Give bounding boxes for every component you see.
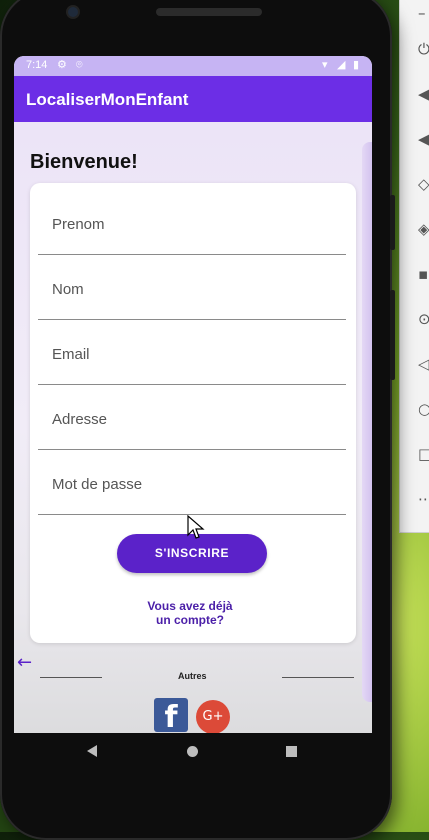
nav-home-icon[interactable]	[187, 746, 198, 757]
wifi-icon: ▾	[322, 58, 328, 71]
camera-icon[interactable]: ▪	[418, 265, 429, 283]
divider-line-right	[282, 677, 354, 678]
password-field[interactable]: Mot de passe	[38, 454, 346, 515]
nom-placeholder: Nom	[52, 281, 84, 298]
login-link[interactable]: Vous avez déjà un compte?	[110, 599, 270, 627]
minimize-icon[interactable]: –	[418, 4, 429, 22]
power-button[interactable]	[390, 195, 395, 250]
settings-icon: ⚙	[57, 58, 67, 71]
nav-recents-icon[interactable]	[286, 746, 297, 757]
divider-line-left	[40, 677, 102, 678]
prenom-field[interactable]: Prenom	[38, 194, 346, 255]
welcome-heading: Bienvenue!	[30, 151, 138, 173]
app-title: LocaliserMonEnfant	[26, 90, 189, 109]
mouse-cursor-icon	[187, 515, 205, 539]
rotate-right-icon[interactable]: ◈	[418, 220, 429, 238]
prenom-placeholder: Prenom	[52, 216, 105, 233]
battery-icon: ▮	[353, 58, 360, 71]
overview-icon[interactable]: □	[418, 445, 429, 463]
email-placeholder: Email	[52, 346, 90, 363]
front-camera	[68, 7, 78, 17]
signal-icon: ◢	[337, 58, 346, 71]
nav-back-icon[interactable]	[87, 745, 97, 757]
login-link-line2: un compte?	[156, 613, 224, 627]
facebook-icon[interactable]: f	[154, 698, 188, 733]
nom-field[interactable]: Nom	[38, 259, 346, 320]
adresse-field[interactable]: Adresse	[38, 389, 346, 450]
google-plus-icon[interactable]: G+	[196, 700, 230, 733]
location-icon: ⌾	[76, 58, 83, 71]
autres-divider: Autres	[14, 668, 372, 688]
adresse-placeholder: Adresse	[52, 411, 108, 428]
main-content: Bienvenue! Prenom Nom Email Adresse Mot …	[14, 122, 372, 733]
app-bar: LocaliserMonEnfant	[14, 76, 372, 122]
zoom-icon[interactable]: ⊙	[418, 310, 429, 328]
power-icon[interactable]: ⏻	[418, 40, 429, 58]
rotate-left-icon[interactable]: ◇	[418, 175, 429, 193]
volume-down-icon[interactable]: ◀	[418, 130, 429, 148]
signup-card: Prenom Nom Email Adresse Mot de passe S'…	[30, 183, 356, 643]
password-placeholder: Mot de passe	[52, 476, 143, 493]
back-icon[interactable]: ◁	[418, 355, 429, 373]
volume-up-icon[interactable]: ◀	[418, 85, 429, 103]
email-field[interactable]: Email	[38, 324, 346, 385]
emulator-toolbar: – ⏻ ◀ ◀ ◇ ◈ ▪ ⊙ ◁ ○ □ ⋯	[399, 0, 429, 533]
login-link-line1: Vous avez déjà	[147, 599, 233, 613]
status-time: 7:14	[26, 59, 48, 71]
status-bar: 7:14 ⚙ ⌾ ▾ ◢ ▮	[14, 56, 372, 76]
speaker-grille	[156, 8, 262, 16]
autres-label: Autres	[178, 671, 207, 681]
volume-button[interactable]	[390, 290, 395, 380]
more-icon[interactable]: ⋯	[418, 490, 429, 508]
navigation-bar	[14, 733, 372, 771]
home-icon[interactable]: ○	[418, 400, 429, 418]
background-panel	[362, 142, 372, 702]
app-screen: 7:14 ⚙ ⌾ ▾ ◢ ▮ LocaliserMonEnfant Bienve…	[14, 56, 372, 733]
